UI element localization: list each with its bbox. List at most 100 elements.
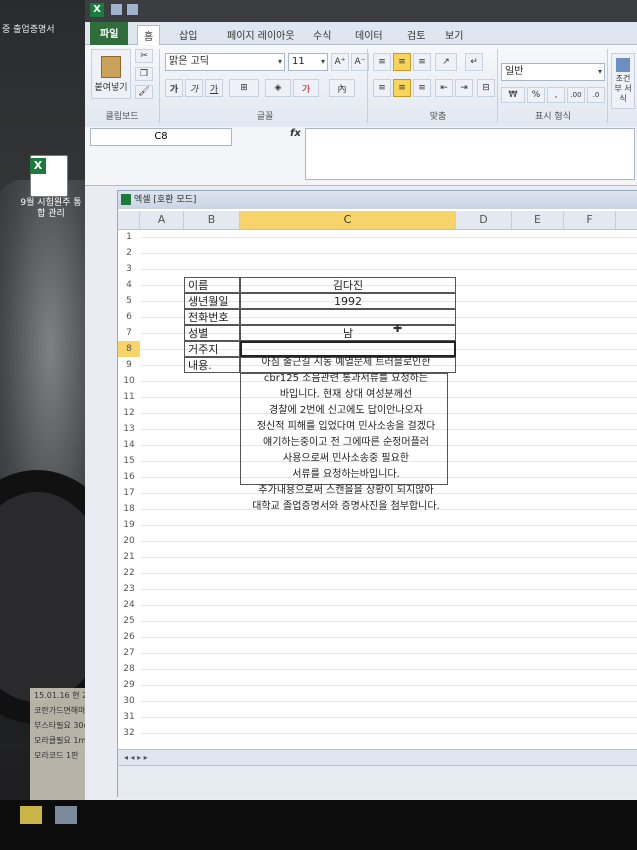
- row-header[interactable]: 22: [118, 565, 140, 581]
- tab-view[interactable]: 보기: [439, 25, 469, 44]
- wrap-text-icon[interactable]: ↵: [465, 53, 483, 71]
- row-header[interactable]: 26: [118, 629, 140, 645]
- row-header[interactable]: 4: [118, 277, 140, 293]
- tab-data[interactable]: 데이터: [349, 25, 389, 44]
- label-content[interactable]: 내용.: [184, 357, 240, 373]
- sheet-nav-icons[interactable]: ◂ ◂ ▸ ▸: [124, 753, 148, 762]
- orientation-icon[interactable]: ↗: [435, 53, 457, 71]
- column-header-e[interactable]: E: [512, 211, 564, 229]
- alignment-group-label: 맞춤: [429, 112, 447, 122]
- tab-file[interactable]: 파일: [90, 22, 129, 46]
- row-header[interactable]: 32: [118, 725, 140, 741]
- row-header[interactable]: 17: [118, 485, 140, 501]
- fx-icon[interactable]: fx: [290, 128, 301, 139]
- row-header[interactable]: 19: [118, 517, 140, 533]
- align-middle-icon[interactable]: ≡: [393, 53, 411, 71]
- row-header[interactable]: 11: [118, 389, 140, 405]
- row-header[interactable]: 28: [118, 661, 140, 677]
- fill-color-icon[interactable]: ◈: [265, 79, 291, 97]
- increase-indent-icon[interactable]: ⇥: [455, 79, 473, 97]
- column-header-b[interactable]: B: [184, 211, 240, 229]
- percent-icon[interactable]: %: [527, 87, 545, 103]
- row-header[interactable]: 31: [118, 709, 140, 725]
- paste-button[interactable]: 붙여넣기: [91, 49, 131, 99]
- value-birth[interactable]: 1992: [240, 293, 456, 309]
- row-header[interactable]: 6: [118, 309, 140, 325]
- row-header[interactable]: 30: [118, 693, 140, 709]
- name-box[interactable]: C8: [90, 128, 232, 146]
- row-header[interactable]: 13: [118, 421, 140, 437]
- value-phone[interactable]: [240, 309, 456, 325]
- column-header-d[interactable]: D: [456, 211, 512, 229]
- column-header-f[interactable]: F: [564, 211, 616, 229]
- underline-button[interactable]: 가: [205, 79, 223, 97]
- currency-icon[interactable]: ₩: [501, 87, 525, 103]
- row-header[interactable]: 29: [118, 677, 140, 693]
- formula-input[interactable]: [305, 128, 635, 180]
- font-name-select[interactable]: 맑은 고딕 ▾: [165, 53, 285, 71]
- cut-icon[interactable]: ✂: [135, 49, 153, 63]
- row-header[interactable]: 23: [118, 581, 140, 597]
- border-icon[interactable]: ⊞: [229, 79, 259, 97]
- tab-home[interactable]: 홈: [137, 25, 161, 45]
- save-icon[interactable]: [111, 4, 122, 15]
- column-header-c[interactable]: C: [240, 211, 456, 229]
- tab-insert[interactable]: 삽입: [173, 25, 203, 44]
- label-address[interactable]: 거주지: [184, 341, 240, 357]
- merge-center-icon[interactable]: ⊟: [477, 79, 495, 97]
- tab-formulas[interactable]: 수식: [307, 25, 337, 44]
- decrease-indent-icon[interactable]: ⇤: [435, 79, 453, 97]
- column-header-a[interactable]: A: [140, 211, 184, 229]
- row-header[interactable]: 21: [118, 549, 140, 565]
- format-painter-icon[interactable]: 🖌: [135, 85, 153, 99]
- row-header[interactable]: 20: [118, 533, 140, 549]
- tab-page-layout[interactable]: 페이지 레이아웃: [221, 25, 301, 44]
- conditional-format-button[interactable]: 조건부 서식: [611, 53, 635, 109]
- align-center-icon[interactable]: ≡: [393, 79, 411, 97]
- row-header[interactable]: 24: [118, 597, 140, 613]
- row-header[interactable]: 2: [118, 245, 140, 261]
- bold-button[interactable]: 가: [165, 79, 183, 97]
- italic-button[interactable]: 가: [185, 79, 203, 97]
- undo-icon[interactable]: [127, 4, 138, 15]
- row-header[interactable]: 16: [118, 469, 140, 485]
- label-phone[interactable]: 전화번호: [184, 309, 240, 325]
- font-size-select[interactable]: 11 ▾: [288, 53, 328, 71]
- decrease-decimal-icon[interactable]: .0: [587, 87, 605, 103]
- row-header[interactable]: 18: [118, 501, 140, 517]
- row-header[interactable]: 5: [118, 293, 140, 309]
- label-birth[interactable]: 생년월일: [184, 293, 240, 309]
- sheet-tab-bar[interactable]: ◂ ◂ ▸ ▸: [118, 749, 637, 766]
- align-top-icon[interactable]: ≡: [373, 53, 391, 71]
- align-bottom-icon[interactable]: ≡: [413, 53, 431, 71]
- number-format-select[interactable]: 일반 ▾: [501, 63, 605, 81]
- row-header[interactable]: 27: [118, 645, 140, 661]
- increase-decimal-icon[interactable]: .00: [567, 87, 585, 103]
- align-right-icon[interactable]: ≡: [413, 79, 431, 97]
- label-name[interactable]: 이름: [184, 277, 240, 293]
- row-header[interactable]: 7: [118, 325, 140, 341]
- taskbar-folder-button[interactable]: [20, 806, 42, 824]
- font-color-icon[interactable]: 가: [293, 79, 319, 97]
- grow-font-icon[interactable]: A⁺: [331, 53, 349, 71]
- comma-icon[interactable]: ,: [547, 87, 565, 103]
- value-gender[interactable]: 남: [240, 325, 456, 341]
- row-header[interactable]: 12: [118, 405, 140, 421]
- select-all-corner[interactable]: [118, 211, 140, 229]
- align-left-icon[interactable]: ≡: [373, 79, 391, 97]
- row-header[interactable]: 1: [118, 229, 140, 245]
- label-gender[interactable]: 성별: [184, 325, 240, 341]
- row-header-selected[interactable]: 8: [118, 341, 140, 357]
- value-name[interactable]: 김다진: [240, 277, 456, 293]
- chevron-down-icon: ▾: [320, 57, 325, 66]
- row-header[interactable]: 25: [118, 613, 140, 629]
- row-header[interactable]: 9: [118, 357, 140, 373]
- row-header[interactable]: 10: [118, 373, 140, 389]
- phonetic-icon[interactable]: 內: [329, 79, 355, 97]
- row-header[interactable]: 14: [118, 437, 140, 453]
- row-header[interactable]: 3: [118, 261, 140, 277]
- copy-icon[interactable]: ❐: [135, 67, 153, 81]
- tab-review[interactable]: 검토: [401, 25, 431, 44]
- taskbar-app-button[interactable]: [55, 806, 77, 824]
- row-header[interactable]: 15: [118, 453, 140, 469]
